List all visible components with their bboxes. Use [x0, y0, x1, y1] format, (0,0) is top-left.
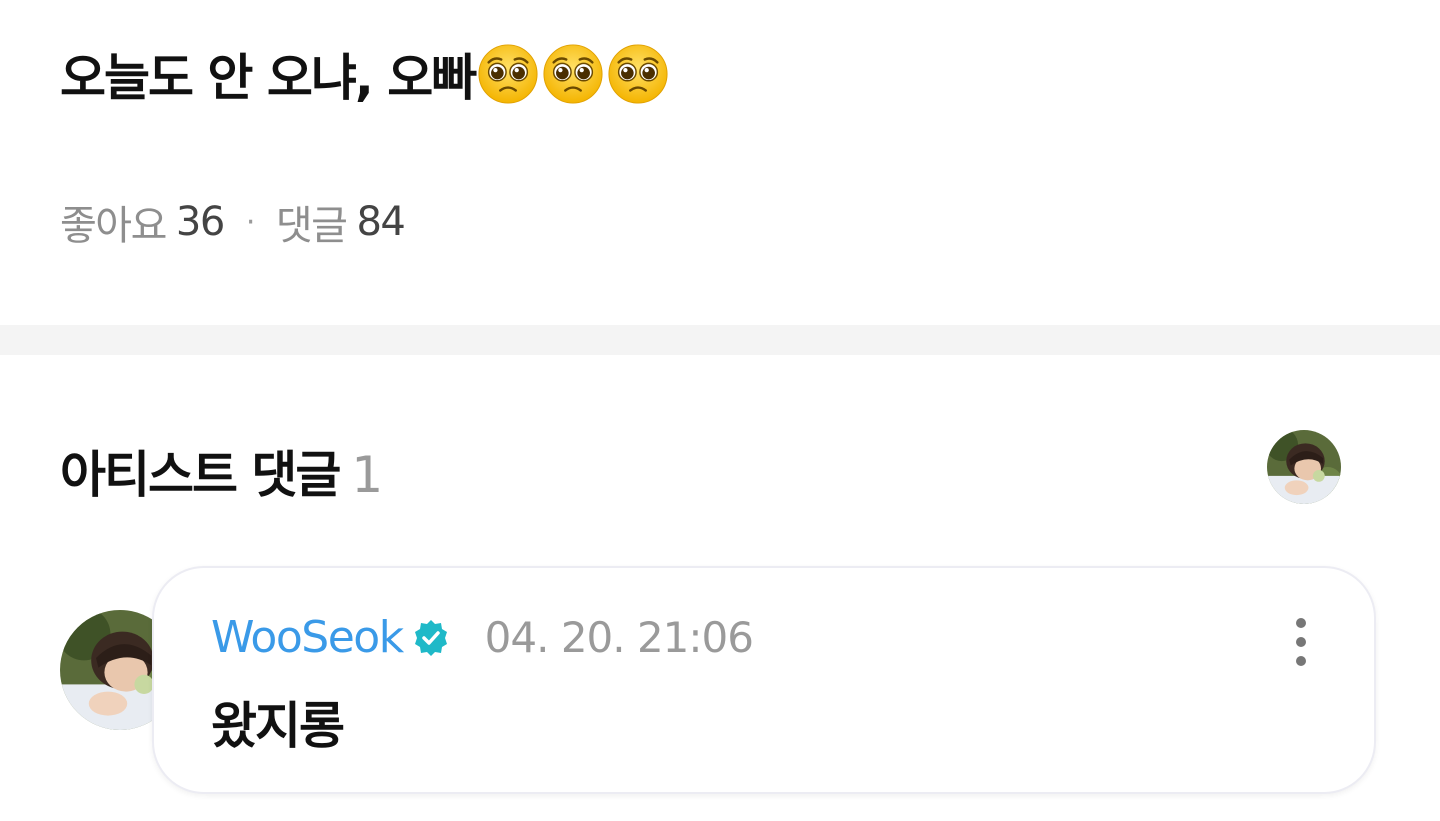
artist-comments-count: 1 — [351, 446, 383, 504]
stats-separator: · — [245, 204, 256, 240]
pleading-face-emoji — [542, 43, 604, 105]
post-stats: 좋아요 36 · 댓글 84 — [60, 193, 406, 251]
comment-meta: WooSeok 04. 20. 21:06 — [211, 612, 754, 663]
artist-avatar-image — [1267, 430, 1341, 504]
artist-avatar[interactable] — [1267, 430, 1341, 504]
verified-badge-icon — [414, 619, 447, 656]
more-vertical-icon[interactable] — [1281, 616, 1321, 668]
post-title: 오늘도 안 오냐, 오빠 — [60, 38, 672, 110]
likes-count[interactable]: 36 — [176, 199, 225, 245]
pleading-face-emoji — [607, 43, 669, 105]
comments-label[interactable]: 댓글 — [276, 193, 348, 251]
likes-label[interactable]: 좋아요 — [60, 193, 167, 251]
pleading-face-emoji — [477, 43, 539, 105]
post-section: 오늘도 안 오냐, 오빠 좋아요 36 · 댓글 84 — [0, 0, 1440, 325]
artist-comments-section: 아티스트 댓글 1 WooSeok 04. 20. 21:06 왔지롱 — [0, 355, 1440, 821]
comment-timestamp: 04. 20. 21:06 — [484, 613, 754, 662]
comment-text: 왔지롱 — [211, 697, 345, 755]
post-title-text: 오늘도 안 오냐, 오빠 — [60, 49, 477, 107]
title-emoji-group — [477, 43, 672, 105]
artist-comments-title: 아티스트 댓글 — [60, 446, 341, 504]
artist-comment-card[interactable]: WooSeok 04. 20. 21:06 왔지롱 — [152, 566, 1376, 794]
artist-comments-heading: 아티스트 댓글 1 — [60, 435, 383, 507]
comments-count[interactable]: 84 — [356, 199, 405, 245]
section-divider — [0, 325, 1440, 355]
comment-author-name[interactable]: WooSeok — [211, 612, 404, 663]
